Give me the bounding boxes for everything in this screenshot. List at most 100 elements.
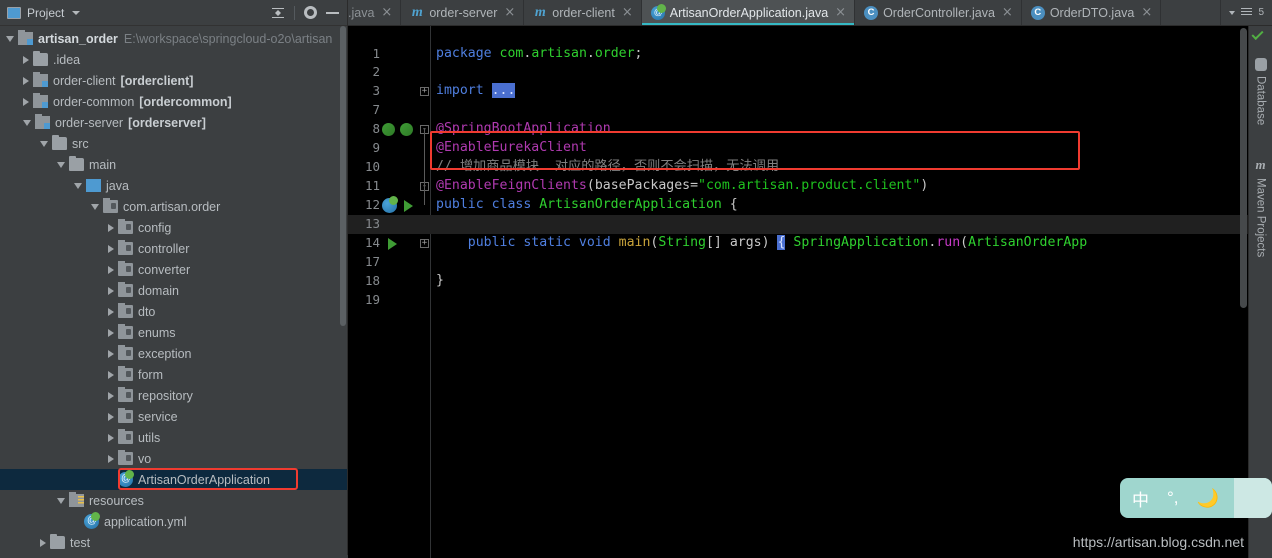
minimize-icon[interactable]: [326, 12, 339, 14]
tree-expand-arrow-closed[interactable]: [108, 329, 114, 337]
tree-node-domain[interactable]: domain: [0, 280, 347, 301]
code-line-18[interactable]: 18}: [348, 272, 1248, 291]
editor-tab-order-client[interactable]: morder-client×: [524, 0, 641, 25]
code-line-13[interactable]: 13: [348, 215, 1248, 234]
tab-list-icon[interactable]: [1241, 8, 1252, 17]
tree-node--idea[interactable]: .idea: [0, 49, 347, 70]
project-tree[interactable]: artisan_orderE:\workspace\springcloud-o2…: [0, 26, 347, 558]
tree-node-main[interactable]: main: [0, 154, 347, 175]
tree-expand-arrow-closed[interactable]: [108, 287, 114, 295]
fold-expand-icon[interactable]: +: [420, 239, 429, 248]
tree-expand-arrow-closed[interactable]: [108, 371, 114, 379]
tree-expand-arrow-open[interactable]: [57, 498, 65, 504]
tree-expand-arrow-closed[interactable]: [108, 308, 114, 316]
tree-expand-arrow-closed[interactable]: [108, 245, 114, 253]
tree-expand-arrow-closed[interactable]: [108, 413, 114, 421]
tree-expand-arrow-open[interactable]: [40, 141, 48, 147]
code-line-11[interactable]: 11-@EnableFeignClients(basePackages="com…: [348, 177, 1248, 196]
tree-node-com-artisan-order[interactable]: com.artisan.order: [0, 196, 347, 217]
right-tab-database[interactable]: Database: [1249, 50, 1272, 133]
tree-node-resources[interactable]: resources: [0, 490, 347, 511]
tree-node-application-yml[interactable]: application.yml: [0, 511, 347, 532]
tree-node-controller[interactable]: controller: [0, 238, 347, 259]
tree-node-order-common[interactable]: order-common[ordercommon]: [0, 91, 347, 112]
ime-extra-segment[interactable]: [1234, 478, 1272, 518]
tree-expand-arrow-open[interactable]: [6, 36, 14, 42]
code-text-area[interactable]: 1package com.artisan.order;23+import ...…: [348, 26, 1248, 558]
tree-node-dto[interactable]: dto: [0, 301, 347, 322]
code-line-10[interactable]: 10// 增加商品模块 对应的路径，否则不会扫描，无法调用: [348, 158, 1248, 177]
fold-expand-icon[interactable]: +: [420, 87, 429, 96]
run-icon[interactable]: [404, 200, 413, 212]
code-line-1[interactable]: 1package com.artisan.order;: [348, 45, 1248, 64]
tree-node-utils[interactable]: utils: [0, 427, 347, 448]
tree-expand-arrow-closed[interactable]: [108, 224, 114, 232]
tree-node-vo[interactable]: vo: [0, 448, 347, 469]
tree-node-test[interactable]: test: [0, 532, 347, 553]
tree-node-artisan-order[interactable]: artisan_orderE:\workspace\springcloud-o2…: [0, 28, 347, 49]
project-panel-title-group[interactable]: Project: [7, 6, 271, 20]
close-icon[interactable]: ×: [835, 6, 846, 19]
inspection-status-widget[interactable]: [1248, 26, 1272, 48]
editor-tab-orderdto-java[interactable]: COrderDTO.java×: [1022, 0, 1161, 25]
collapse-all-icon[interactable]: [271, 6, 285, 20]
code-line-3[interactable]: 3+import ...: [348, 82, 1248, 101]
tree-expand-arrow-closed[interactable]: [23, 56, 29, 64]
code-line-7[interactable]: 7: [348, 101, 1248, 120]
editor-tab-artisanorderapplication-java[interactable]: ArtisanOrderApplication.java×: [642, 0, 855, 25]
ime-mode-chinese[interactable]: 中: [1132, 486, 1149, 511]
code-line-12[interactable]: 12public class ArtisanOrderApplication {: [348, 196, 1248, 215]
tree-node-order-server[interactable]: order-server[orderserver]: [0, 112, 347, 133]
editor-scrollbar[interactable]: [1240, 28, 1247, 308]
code-line-9[interactable]: 9@EnableEurekaClient: [348, 139, 1248, 158]
spring-bean-icon[interactable]: [382, 123, 395, 136]
tree-expand-arrow-closed[interactable]: [23, 77, 29, 85]
run-main-icon[interactable]: [388, 238, 397, 250]
tree-node-service[interactable]: service: [0, 406, 347, 427]
close-icon[interactable]: ×: [504, 6, 515, 19]
tree-node-enums[interactable]: enums: [0, 322, 347, 343]
tree-node-src[interactable]: src: [0, 133, 347, 154]
code-line-19[interactable]: 19: [348, 291, 1248, 310]
ime-theme-moon-icon[interactable]: 🌙: [1197, 488, 1219, 509]
spring-bean-checked-icon[interactable]: [400, 123, 413, 136]
close-icon[interactable]: ×: [1002, 6, 1013, 19]
code-line-17[interactable]: 17: [348, 253, 1248, 272]
editor-tab-java[interactable]: .java×: [348, 0, 401, 25]
tree-expand-arrow-closed[interactable]: [108, 350, 114, 358]
close-icon[interactable]: ×: [1141, 6, 1152, 19]
tree-expand-arrow-open[interactable]: [74, 183, 82, 189]
tree-node-repository[interactable]: repository: [0, 385, 347, 406]
tree-expand-arrow-open[interactable]: [23, 120, 31, 126]
gear-icon[interactable]: [304, 6, 317, 19]
tree-expand-arrow-closed[interactable]: [40, 539, 46, 547]
code-line-8[interactable]: 8-@SpringBootApplication: [348, 120, 1248, 139]
code-editor[interactable]: 1package com.artisan.order;23+import ...…: [348, 26, 1248, 558]
editor-tab-ordercontroller-java[interactable]: COrderController.java×: [855, 0, 1022, 25]
tree-expand-arrow-closed[interactable]: [108, 434, 114, 442]
chevron-down-icon[interactable]: [72, 11, 80, 15]
tab-bar-overflow[interactable]: 5: [1220, 0, 1272, 25]
tree-expand-arrow-closed[interactable]: [108, 392, 114, 400]
close-icon[interactable]: ×: [622, 6, 633, 19]
tree-node-java[interactable]: java: [0, 175, 347, 196]
chevron-down-icon[interactable]: [1229, 11, 1235, 15]
editor-tab-order-server[interactable]: morder-server×: [401, 0, 524, 25]
tree-expand-arrow-closed[interactable]: [108, 455, 114, 463]
tree-node-config[interactable]: config: [0, 217, 347, 238]
spring-boot-run-icon[interactable]: [382, 198, 397, 213]
tree-node-order-client[interactable]: order-client[orderclient]: [0, 70, 347, 91]
right-tab-maven-projects[interactable]: m Maven Projects: [1249, 149, 1272, 265]
tree-expand-arrow-open[interactable]: [57, 162, 65, 168]
tree-node-converter[interactable]: converter: [0, 259, 347, 280]
tree-node-artisanorderapplication[interactable]: ArtisanOrderApplication: [0, 469, 347, 490]
ime-language-bar[interactable]: 中 °, 🌙: [1120, 478, 1272, 518]
tree-expand-arrow-closed[interactable]: [108, 266, 114, 274]
project-tree-scrollbar[interactable]: [340, 26, 346, 326]
code-line-2[interactable]: 2: [348, 63, 1248, 82]
tree-expand-arrow-open[interactable]: [91, 204, 99, 210]
tree-expand-arrow-closed[interactable]: [23, 98, 29, 106]
ime-punctuation-toggle[interactable]: °,: [1167, 488, 1179, 508]
tree-node-exception[interactable]: exception: [0, 343, 347, 364]
code-line-14[interactable]: 14+ public static void main(String[] arg…: [348, 234, 1248, 253]
